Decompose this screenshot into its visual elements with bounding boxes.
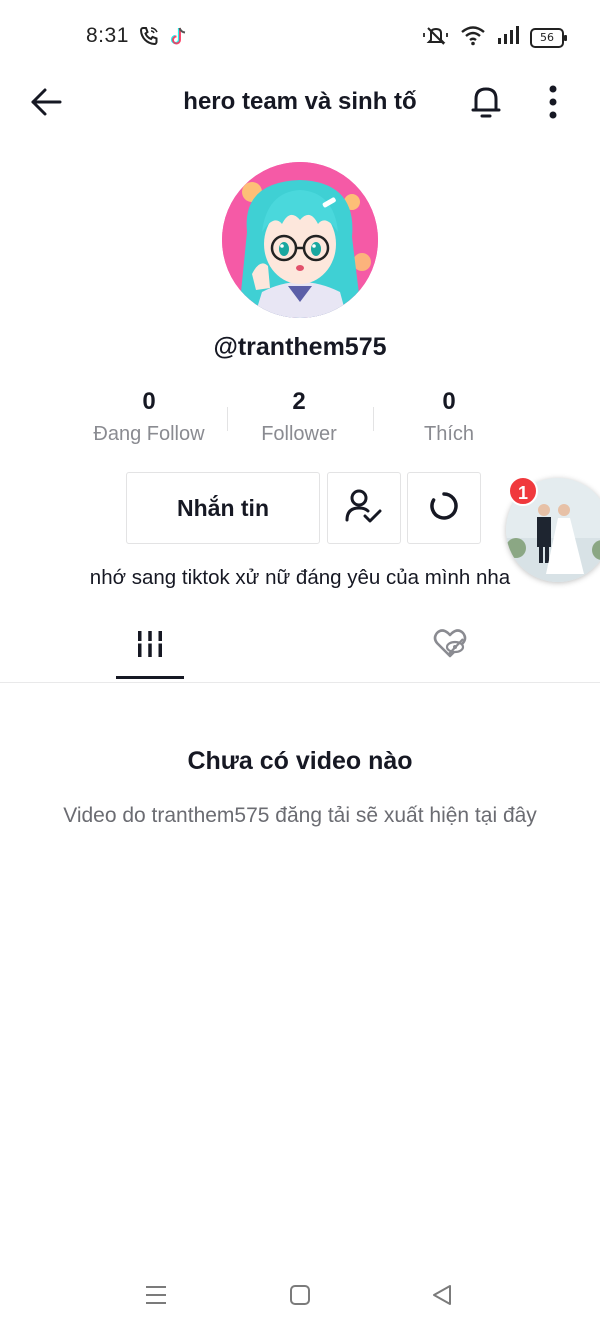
tab-liked[interactable] bbox=[416, 612, 484, 680]
empty-state-title: Chưa có video nào bbox=[187, 747, 413, 775]
status-right-icons: 56 bbox=[422, 24, 567, 51]
user-check-icon bbox=[344, 488, 384, 529]
status-time: 8:31 bbox=[86, 24, 129, 47]
tiktok-notification-icon bbox=[168, 25, 190, 52]
stat-label: Follower bbox=[261, 423, 337, 445]
grid-bars-icon bbox=[136, 629, 164, 664]
notification-bell-button[interactable] bbox=[466, 84, 506, 124]
more-options-button[interactable] bbox=[538, 84, 568, 124]
profile-screen: 8:31 56 hero team và sinh tố @tranthem57… bbox=[0, 0, 600, 1333]
heart-hidden-icon bbox=[432, 628, 468, 665]
home-button[interactable] bbox=[280, 1280, 320, 1314]
battery-icon: 56 bbox=[530, 27, 567, 48]
bell-icon bbox=[469, 84, 503, 125]
empty-state-description: Video do tranthem575 đăng tải sẽ xuất hi… bbox=[63, 804, 537, 827]
system-back-button[interactable] bbox=[422, 1280, 462, 1314]
more-vertical-icon bbox=[548, 84, 558, 125]
profile-bio: nhớ sang tiktok xử nữ đáng yêu của mình … bbox=[89, 566, 511, 589]
home-square-icon bbox=[289, 1284, 311, 1311]
status-bar: 8:31 56 bbox=[0, 0, 600, 76]
stat-value: 0 bbox=[442, 388, 456, 415]
system-navigation-bar bbox=[0, 1266, 600, 1326]
mute-icon bbox=[422, 24, 450, 51]
back-triangle-icon bbox=[431, 1284, 453, 1311]
message-button[interactable]: Nhắn tin bbox=[126, 472, 320, 544]
menu-icon bbox=[144, 1284, 168, 1311]
stat-likes[interactable]: 0 Thích bbox=[374, 385, 524, 455]
notification-badge: 1 bbox=[508, 476, 538, 506]
status-left-icons bbox=[138, 25, 190, 52]
stat-value: 2 bbox=[292, 388, 306, 415]
phone-wifi-call-icon bbox=[138, 25, 160, 52]
page-title: hero team và sinh tố bbox=[183, 88, 417, 115]
stat-divider bbox=[373, 407, 374, 431]
wifi-icon bbox=[460, 24, 486, 51]
suggested-accounts-button[interactable] bbox=[407, 472, 481, 544]
signal-icon bbox=[496, 24, 520, 51]
username: @tranthem575 bbox=[213, 333, 387, 361]
stat-following[interactable]: 0 Đang Follow bbox=[74, 385, 224, 455]
recent-apps-button[interactable] bbox=[136, 1280, 176, 1314]
stat-divider bbox=[227, 407, 228, 431]
stat-value: 0 bbox=[142, 388, 156, 415]
tab-videos[interactable] bbox=[116, 612, 184, 680]
following-status-button[interactable] bbox=[327, 472, 401, 544]
stat-followers[interactable]: 2 Follower bbox=[224, 385, 374, 455]
content-tabs bbox=[0, 612, 600, 683]
avatar[interactable] bbox=[222, 162, 378, 318]
top-navigation: hero team và sinh tố bbox=[0, 76, 600, 132]
active-tab-indicator bbox=[116, 676, 184, 679]
profile-stats: 0 Đang Follow 2 Follower 0 Thích bbox=[74, 385, 526, 455]
stat-label: Đang Follow bbox=[93, 423, 205, 445]
refresh-circle-icon bbox=[428, 490, 460, 527]
stat-label: Thích bbox=[423, 423, 475, 445]
